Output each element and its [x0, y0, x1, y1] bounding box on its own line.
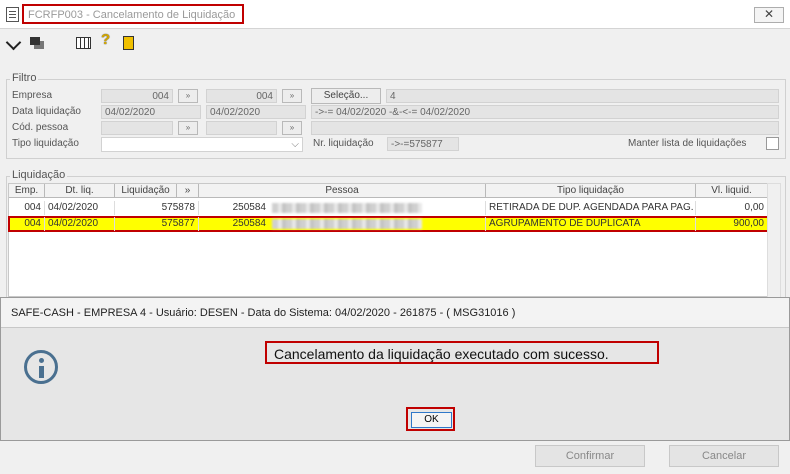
ok-annotation: OK: [406, 407, 455, 431]
cell-dt: 04/02/2020: [45, 217, 115, 231]
confirmar-button[interactable]: Confirmar: [535, 445, 645, 467]
table-row-selected[interactable]: 004 04/02/2020 575877 250584 AGRUPAMENTO…: [8, 216, 769, 232]
liquidacao-grid: Emp. Dt. liq. Liquidação » Pessoa Tipo l…: [8, 183, 769, 297]
document-icon: [6, 7, 19, 22]
col-header-liquidacao[interactable]: Liquidação: [115, 184, 177, 198]
redacted-blur: [272, 203, 422, 213]
col-header-emp[interactable]: Emp.: [9, 184, 45, 198]
liquidacao-legend: Liquidação: [10, 169, 68, 181]
selecao-value: 4: [386, 89, 779, 103]
exit-door-icon[interactable]: [123, 36, 134, 50]
calculator-icon[interactable]: [76, 37, 91, 49]
chevron-down-icon: ⌵: [291, 139, 299, 150]
col-header-valor[interactable]: Vl. liquid.: [696, 184, 768, 198]
empresa-from-field[interactable]: 004: [101, 89, 173, 103]
sort-toggle-icon[interactable]: »: [177, 184, 199, 198]
col-header-dt-liq[interactable]: Dt. liq.: [45, 184, 115, 198]
cancelar-button[interactable]: Cancelar: [669, 445, 779, 467]
dialog-title: SAFE-CASH - EMPRESA 4 - Usuário: DESEN -…: [11, 307, 516, 319]
data-to-field[interactable]: 04/02/2020: [206, 105, 306, 119]
cod-pessoa-lookup-button[interactable]: »: [178, 121, 198, 135]
message-annotation: Cancelamento da liquidação executado com…: [265, 341, 659, 364]
cell-pessoa-cod: 250584: [232, 218, 266, 229]
cell-valor: 0,00: [696, 201, 768, 215]
toolbar: ?: [0, 29, 790, 53]
cod-pessoa-to-field[interactable]: [206, 121, 277, 135]
dialog-message: Cancelamento da liquidação executado com…: [274, 346, 609, 362]
nr-liquidacao-label: Nr. liquidação: [313, 138, 374, 149]
ok-button[interactable]: OK: [411, 412, 452, 428]
info-icon: [24, 350, 58, 384]
close-button[interactable]: ✕: [754, 7, 784, 23]
redacted-blur: [272, 219, 422, 229]
data-liquidacao-label: Data liquidação: [12, 106, 81, 117]
windows-icon[interactable]: [30, 37, 40, 45]
window-title: FCRFP003 - Cancelamento de Liquidação: [28, 9, 236, 21]
col-header-pessoa[interactable]: Pessoa: [199, 184, 486, 198]
selecao-button[interactable]: Seleção...: [311, 88, 381, 104]
message-dialog: SAFE-CASH - EMPRESA 4 - Usuário: DESEN -…: [0, 297, 790, 441]
cod-pessoa-label: Cód. pessoa: [12, 122, 69, 133]
empresa-to-lookup-button[interactable]: »: [282, 89, 302, 103]
tipo-liquidacao-label: Tipo liquidação: [12, 138, 79, 149]
data-from-field[interactable]: 04/02/2020: [101, 105, 201, 119]
cell-emp: 004: [9, 217, 45, 231]
empresa-to-field[interactable]: 004: [206, 89, 277, 103]
cod-pessoa-from-field[interactable]: [101, 121, 173, 135]
manter-lista-label: Manter lista de liquidações: [628, 138, 747, 149]
cell-liquidacao: 575877: [115, 217, 199, 231]
filtro-legend: Filtro: [10, 72, 39, 84]
cell-emp: 004: [9, 201, 45, 215]
cell-pessoa-name-redacted: [269, 217, 486, 231]
tipo-liquidacao-select[interactable]: ⌵: [101, 137, 303, 152]
cell-tipo: RETIRADA DE DUP. AGENDADA PARA PAG.: [486, 201, 696, 215]
cod-pessoa-to-lookup-button[interactable]: »: [282, 121, 302, 135]
arrow-icon[interactable]: [5, 34, 22, 51]
manter-lista-checkbox[interactable]: [766, 137, 779, 150]
table-row[interactable]: 004 04/02/2020 575878 250584 RETIRADA DE…: [9, 201, 768, 215]
grid-vertical-scrollbar[interactable]: [767, 183, 781, 299]
grid-header: Emp. Dt. liq. Liquidação » Pessoa Tipo l…: [9, 184, 768, 198]
cell-pessoa-name-redacted: [269, 201, 486, 215]
cod-pessoa-expression: [311, 121, 779, 135]
cell-pessoa-cod: 250584: [232, 202, 266, 213]
empresa-label: Empresa: [12, 90, 53, 101]
cell-tipo: AGRUPAMENTO DE DUPLICATA: [486, 217, 696, 231]
help-icon[interactable]: ?: [101, 31, 115, 48]
empresa-lookup-button[interactable]: »: [178, 89, 198, 103]
nr-liquidacao-field[interactable]: ->-=575877: [387, 137, 459, 151]
cell-valor: 900,00: [696, 217, 768, 231]
data-expression: ->-= 04/02/2020 -&-<-= 04/02/2020: [311, 105, 779, 119]
dialog-titlebar: SAFE-CASH - EMPRESA 4 - Usuário: DESEN -…: [1, 298, 789, 328]
title-annotation: FCRFP003 - Cancelamento de Liquidação: [22, 4, 244, 24]
window-titlebar: FCRFP003 - Cancelamento de Liquidação ✕: [0, 0, 790, 29]
col-header-tipo[interactable]: Tipo liquidação: [486, 184, 696, 198]
cell-dt: 04/02/2020: [45, 201, 115, 215]
cell-liquidacao: 575878: [115, 201, 199, 215]
